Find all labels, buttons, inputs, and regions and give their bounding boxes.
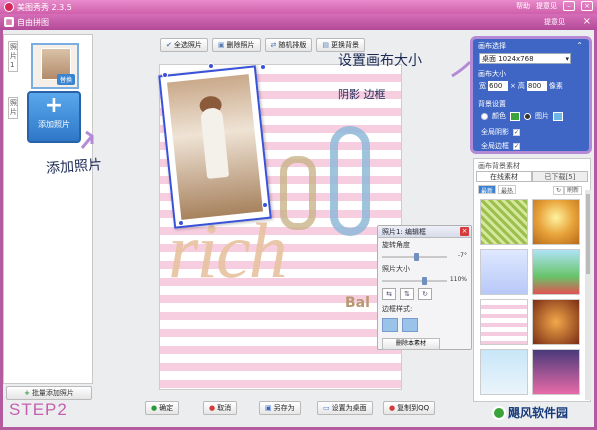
app-window: 美图秀秀 2.3.5 帮助 提意见 – × ▦ 自由拼图 提意见 × 照片1 替… [0, 0, 597, 430]
watermark: 飓风软件园 [492, 404, 568, 421]
brand-logo-icon [492, 405, 506, 420]
brand-name: 飓风软件园 [508, 406, 569, 420]
annotation-arrows [80, 60, 472, 149]
arrow-to-settings [451, 60, 472, 78]
